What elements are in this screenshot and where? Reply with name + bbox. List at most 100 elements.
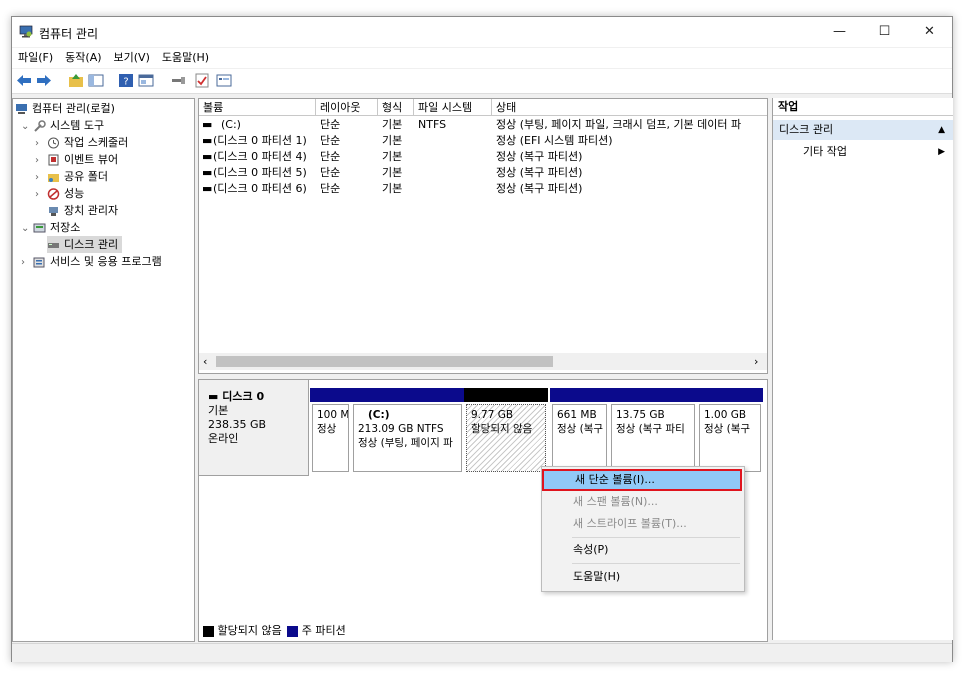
volume-icon: ▬ xyxy=(202,166,212,179)
scroll-left-button[interactable]: ‹ xyxy=(203,353,207,370)
tree-item-label: 공유 폴더 xyxy=(64,170,108,183)
toolbar: ? xyxy=(12,69,952,94)
disk-icon: ▬ xyxy=(208,390,219,403)
menu-item-properties[interactable]: 속성(P) xyxy=(542,539,742,561)
menu-help[interactable]: 도움말(H) xyxy=(156,48,215,68)
disk-state: 온라인 xyxy=(208,432,239,445)
forward-icon[interactable] xyxy=(36,73,52,88)
volume-icon: ▬ xyxy=(202,182,212,195)
action-more-actions[interactable]: 기타 작업 ▶ xyxy=(773,143,953,161)
chevron-right-icon[interactable]: › xyxy=(35,135,47,152)
show-hide-tree-icon[interactable] xyxy=(88,73,104,88)
tree-item-label: 저장소 xyxy=(50,221,81,234)
volume-icon: ▬ xyxy=(202,134,212,147)
tree-item-label: 디스크 관리 xyxy=(64,238,119,251)
chevron-right-icon[interactable]: › xyxy=(35,152,47,169)
shared-folder-icon xyxy=(48,174,59,182)
disk-management-icon xyxy=(48,243,59,248)
connect-icon[interactable] xyxy=(170,73,186,88)
tree-item-task-scheduler[interactable]: › 작업 스케줄러 xyxy=(35,134,128,151)
partition-block[interactable]: 100 M 정상 xyxy=(310,388,351,474)
status-cell: 정상 (EFI 시스템 파티션) xyxy=(496,134,613,147)
column-header-volume[interactable]: 볼륨 xyxy=(199,99,316,116)
partition-block[interactable]: (C:) 213.09 GB NTFS 정상 (부팅, 페이지 파 xyxy=(351,388,464,474)
tree-item-disk-management[interactable]: 디스크 관리 xyxy=(47,236,123,253)
context-menu: 새 단순 볼륨(I)... 새 스팬 볼륨(N)... 새 스트라이프 볼륨(T… xyxy=(541,466,745,592)
partition-status: 정상 (복구 파티 xyxy=(616,423,685,435)
menu-separator xyxy=(572,537,740,538)
legend: 할당되지 않음 주 파티션 xyxy=(203,623,346,639)
console-icon[interactable] xyxy=(216,73,232,88)
collapse-arrow-icon[interactable]: ▲ xyxy=(938,120,945,140)
partition-status: 정상 (복구 xyxy=(557,423,604,435)
tree-item-services-apps[interactable]: › 서비스 및 응용 프로그램 xyxy=(21,253,162,270)
layout-cell: 단순 xyxy=(320,150,341,163)
column-header-layout[interactable]: 레이아웃 xyxy=(316,99,378,116)
legend-unallocated: 할당되지 않음 xyxy=(217,624,282,637)
tree-item-device-manager[interactable]: 장치 관리자 xyxy=(47,202,118,219)
tree-item-performance[interactable]: › 성능 xyxy=(35,185,84,202)
table-row[interactable]: ▬ (디스크 0 파티션 1) 단순 기본 정상 (EFI 시스템 파티션) xyxy=(199,133,767,149)
tree-item-storage[interactable]: ⌄ 저장소 xyxy=(21,219,80,236)
clock-icon xyxy=(48,137,59,149)
check-icon[interactable] xyxy=(194,73,210,88)
tree-item-event-viewer[interactable]: › 이벤트 뷰어 xyxy=(35,151,118,168)
volume-cell: (디스크 0 파티션 4) xyxy=(213,150,307,163)
menu-item-new-striped-volume[interactable]: 새 스트라이프 볼륨(T)... xyxy=(542,513,742,535)
menu-separator xyxy=(572,563,740,564)
chevron-right-icon[interactable]: › xyxy=(21,254,33,271)
column-header-filesystem[interactable]: 파일 시스템 xyxy=(414,99,492,116)
action-pane: 작업 디스크 관리 ▲ 기타 작업 ▶ xyxy=(772,98,953,640)
partition-block[interactable]: 1.00 GB 정상 (복구 xyxy=(697,388,763,474)
table-row[interactable]: ▬ (디스크 0 파티션 4) 단순 기본 정상 (복구 파티션) xyxy=(199,149,767,165)
chevron-right-icon[interactable]: › xyxy=(35,186,47,203)
menu-action[interactable]: 동작(A) xyxy=(59,48,107,68)
maximize-button[interactable]: ☐ xyxy=(862,17,907,47)
partition-size: 100 M xyxy=(317,409,349,421)
volume-icon: ▬ xyxy=(202,118,212,131)
up-folder-icon[interactable] xyxy=(68,73,84,88)
disk-0-label[interactable]: ▬ 디스크 0 기본 238.35 GB 온라인 xyxy=(199,380,309,476)
help-icon[interactable]: ? xyxy=(118,73,134,88)
minimize-button[interactable]: — xyxy=(817,17,862,47)
scrollbar-thumb[interactable] xyxy=(216,356,553,367)
title-bar: 컴퓨터 관리 — ☐ ✕ xyxy=(12,17,952,47)
partition-status: 정상 (부팅, 페이지 파 xyxy=(358,437,453,449)
type-cell: 기본 xyxy=(382,150,403,163)
disk-type: 기본 xyxy=(208,404,229,417)
unallocated-block[interactable]: 9.77 GB 할당되지 않음 xyxy=(464,388,548,474)
layout-cell: 단순 xyxy=(320,166,341,179)
volume-cell: (디스크 0 파티션 6) xyxy=(213,182,307,195)
menu-file[interactable]: 파일(F) xyxy=(12,48,59,68)
partition-label: (C:) xyxy=(368,409,390,421)
partition-block[interactable]: 13.75 GB 정상 (복구 파티 xyxy=(609,388,697,474)
tree-item-root[interactable]: 컴퓨터 관리(로컬) xyxy=(15,100,115,117)
table-row[interactable]: ▬ (C:) 단순 기본 NTFS 정상 (부팅, 페이지 파일, 크래시 덤프… xyxy=(199,117,767,133)
chevron-down-icon[interactable]: ⌄ xyxy=(21,220,33,237)
event-viewer-icon xyxy=(48,154,59,166)
table-row[interactable]: ▬ (디스크 0 파티션 5) 단순 기본 정상 (복구 파티션) xyxy=(199,165,767,181)
tree-item-shared-folders[interactable]: › 공유 폴더 xyxy=(35,168,108,185)
properties-icon[interactable] xyxy=(138,73,154,88)
tree-item-label: 시스템 도구 xyxy=(50,119,105,132)
table-row[interactable]: ▬ (디스크 0 파티션 6) 단순 기본 정상 (복구 파티션) xyxy=(199,181,767,197)
back-icon[interactable] xyxy=(16,73,32,88)
menu-item-help[interactable]: 도움말(H) xyxy=(542,566,742,588)
chevron-right-icon[interactable]: › xyxy=(35,169,47,186)
tree-item-system-tools[interactable]: ⌄ 시스템 도구 xyxy=(21,117,104,134)
menu-view[interactable]: 보기(V) xyxy=(108,48,156,68)
chevron-down-icon[interactable]: ⌄ xyxy=(21,118,33,135)
column-header-type[interactable]: 형식 xyxy=(378,99,414,116)
volume-cell: (디스크 0 파티션 5) xyxy=(213,166,307,179)
partition-size: 661 MB xyxy=(557,409,597,421)
menu-item-new-simple-volume[interactable]: 새 단순 볼륨(I)... xyxy=(542,469,742,491)
scroll-right-button[interactable]: › xyxy=(754,353,758,370)
action-section-disk-management[interactable]: 디스크 관리 ▲ xyxy=(773,120,953,140)
menu-bar: 파일(F) 동작(A) 보기(V) 도움말(H) xyxy=(12,48,952,68)
partition-block[interactable]: 661 MB 정상 (복구 xyxy=(550,388,609,474)
menu-item-new-spanned-volume[interactable]: 새 스팬 볼륨(N)... xyxy=(542,491,742,513)
navigation-tree: 컴퓨터 관리(로컬) ⌄ 시스템 도구 › 작업 스케줄러 › 이벤트 뷰어 › 공유 … xyxy=(12,98,195,642)
horizontal-scrollbar[interactable]: ‹ › xyxy=(199,353,767,370)
close-button[interactable]: ✕ xyxy=(907,17,952,47)
column-header-status[interactable]: 상태 xyxy=(492,99,767,116)
